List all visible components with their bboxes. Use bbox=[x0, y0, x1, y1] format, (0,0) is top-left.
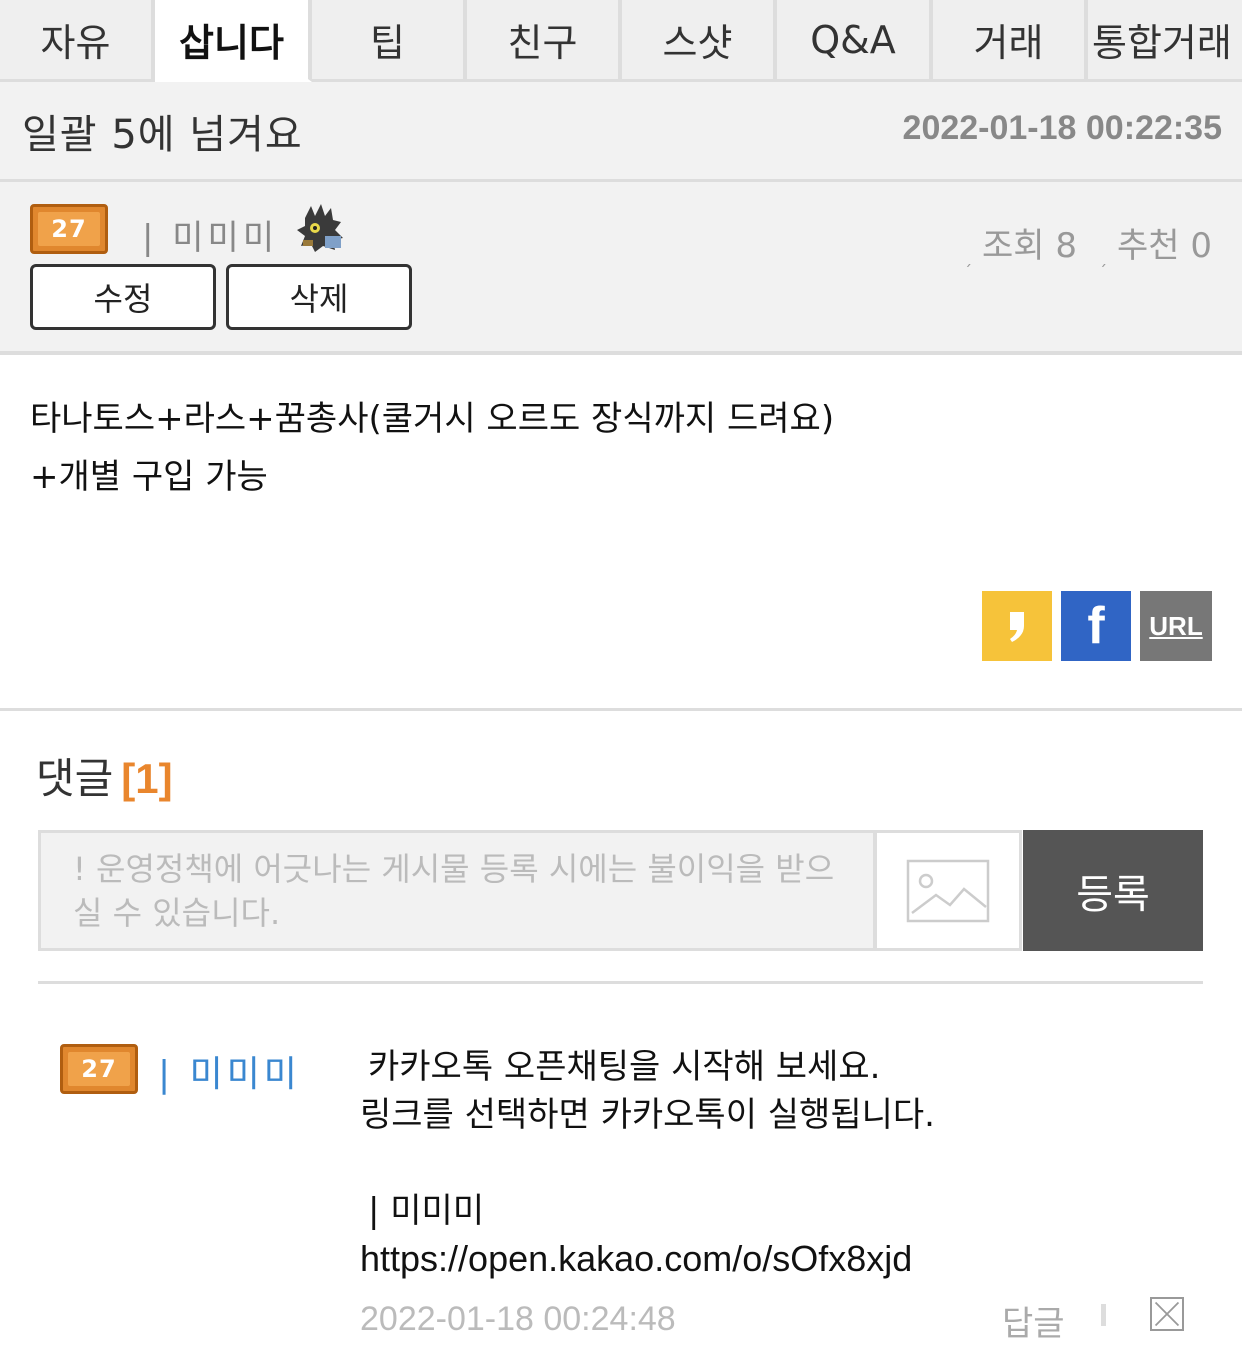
image-upload-button[interactable] bbox=[874, 830, 1022, 951]
post-body: 타나토스+라스+꿈총사(쿨거시 오르도 장식까지 드려요) +개별 구입 가능 bbox=[30, 390, 834, 506]
tab-friend[interactable]: 친구 bbox=[467, 0, 622, 82]
comment-submit-button[interactable]: 등록 bbox=[1023, 830, 1203, 951]
view-count: ˏ 조회 8 bbox=[964, 226, 1077, 267]
image-upload-icon bbox=[906, 859, 990, 922]
comments-title: 댓글 bbox=[36, 754, 114, 803]
tab-free[interactable]: 자유 bbox=[0, 0, 155, 82]
comment-line: | 미미미 bbox=[368, 1191, 485, 1231]
comment-author[interactable]: | 미미미 bbox=[158, 1045, 301, 1097]
comments-count: [1] bbox=[121, 755, 173, 802]
divider bbox=[38, 981, 1203, 984]
delete-button[interactable]: 삭제 bbox=[226, 264, 412, 330]
level-badge: 27 bbox=[30, 204, 108, 254]
recommend-count: ˏ 추천 0 bbox=[1099, 226, 1212, 267]
tab-buy[interactable]: 삽니다 bbox=[155, 0, 312, 82]
comment-input[interactable] bbox=[41, 833, 873, 948]
comment-line: 카카오톡 오픈채팅을 시작해 보세요. bbox=[368, 1047, 881, 1087]
comment-link[interactable]: https://open.kakao.com/o/sOfx8xjd bbox=[360, 1235, 935, 1283]
character-avatar-icon bbox=[297, 204, 343, 252]
post-body-line: 타나토스+라스+꿈총사(쿨거시 오르도 장식까지 드려요) bbox=[30, 399, 835, 439]
comment-level-badge: 27 bbox=[60, 1044, 138, 1094]
tab-integrated-trade[interactable]: 통합거래 bbox=[1088, 0, 1242, 82]
board-tabs: 자유 삽니다 팁 친구 스샷 Q&A 거래 통합거래 bbox=[0, 0, 1242, 82]
tab-tip[interactable]: 팁 bbox=[312, 0, 467, 82]
comments-heading: 댓글 [1] bbox=[36, 745, 173, 806]
comment-date: 2022-01-18 00:24:48 bbox=[360, 1300, 676, 1338]
comment-line: 링크를 선택하면 카카오톡이 실행됩니다. bbox=[360, 1095, 935, 1135]
divider bbox=[0, 708, 1242, 711]
comment-input-box bbox=[38, 830, 876, 951]
post-body-line: +개별 구입 가능 bbox=[30, 457, 268, 497]
post-header: 일괄 5에 넘겨요 2022-01-18 00:22:35 bbox=[0, 82, 1242, 182]
tab-trade[interactable]: 거래 bbox=[933, 0, 1088, 82]
post-stats: ˏ 조회 8 ˏ 추천 0 bbox=[964, 218, 1212, 267]
level-badge-label: 27 bbox=[38, 212, 100, 246]
kakao-share-icon[interactable] bbox=[982, 591, 1052, 661]
divider bbox=[1101, 1304, 1106, 1326]
tab-screenshot[interactable]: 스샷 bbox=[622, 0, 777, 82]
comment-text: 카카오톡 오픈채팅을 시작해 보세요. 링크를 선택하면 카카오톡이 실행됩니다… bbox=[360, 1043, 935, 1283]
edit-button[interactable]: 수정 bbox=[30, 264, 216, 330]
url-copy-button[interactable]: URL bbox=[1140, 591, 1212, 661]
author-name[interactable]: | 미미미 bbox=[142, 210, 278, 259]
post-date: 2022-01-18 00:22:35 bbox=[902, 109, 1222, 147]
post-title: 일괄 5에 넘겨요 bbox=[22, 112, 303, 158]
comment-line bbox=[360, 1139, 935, 1187]
facebook-share-icon[interactable]: f bbox=[1061, 591, 1131, 661]
close-box-icon[interactable] bbox=[1150, 1297, 1184, 1331]
level-badge-label: 27 bbox=[68, 1052, 130, 1086]
post-author-bar: 27 | 미미미 ˏ 조회 8 ˏ 추천 0 수정 삭제 bbox=[0, 182, 1242, 355]
reply-button[interactable]: 답글 bbox=[1002, 1296, 1065, 1345]
tab-qna[interactable]: Q&A bbox=[777, 0, 933, 82]
